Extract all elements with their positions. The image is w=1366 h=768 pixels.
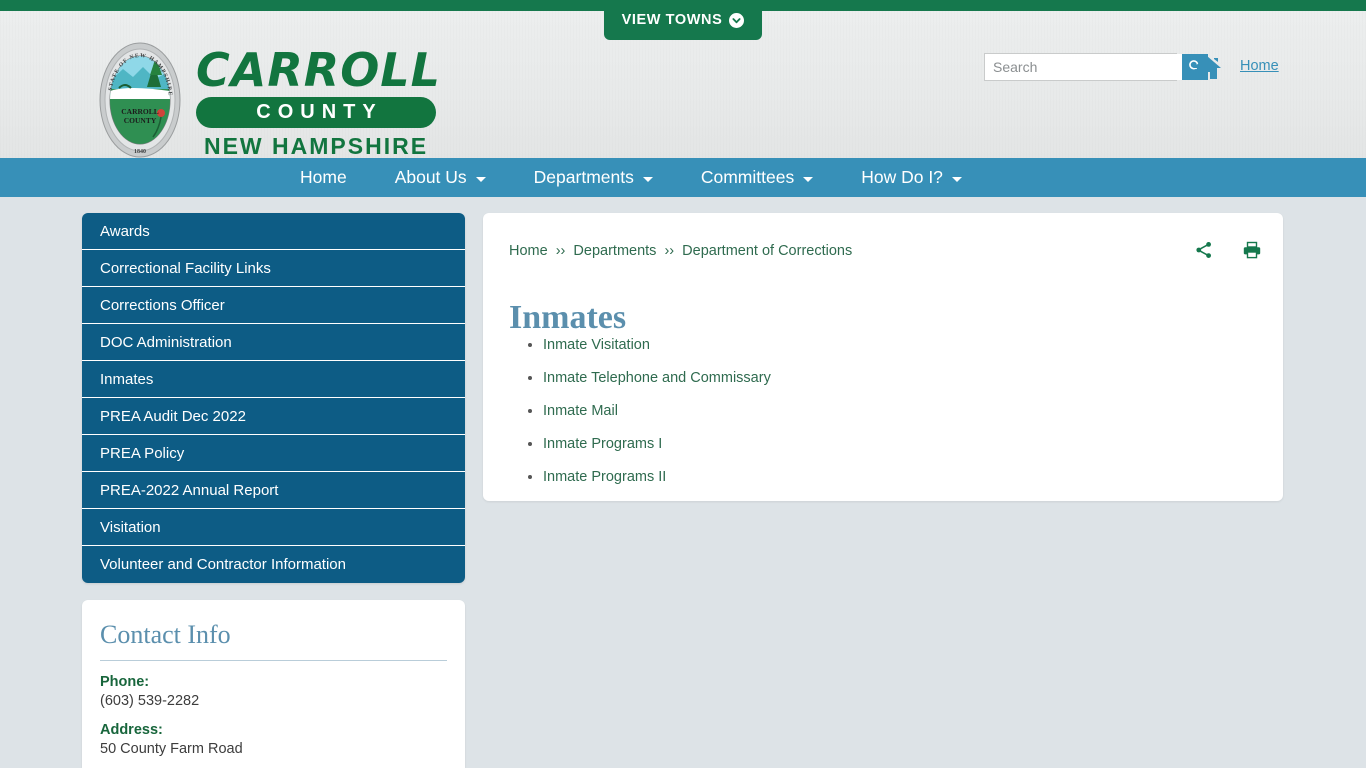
breadcrumb-item-department-of-corrections[interactable]: Department of Corrections	[682, 243, 852, 259]
svg-text:CARROLL: CARROLL	[121, 107, 159, 116]
phone-label: Phone:	[100, 674, 150, 690]
chevron-down-icon	[475, 176, 486, 182]
chevron-down-icon	[951, 176, 962, 182]
main-content-card: Home ›› Departments ›› Department of Cor…	[483, 213, 1283, 501]
wordmark-carroll: CARROLL	[196, 43, 441, 97]
nav-label: Committees	[700, 167, 795, 187]
sidebar-item-label: Awards	[100, 222, 150, 240]
nav-label: Departments	[533, 167, 634, 187]
sidebar-item-volunteer-and-contractor-information[interactable]: Volunteer and Contractor Information	[82, 546, 465, 583]
nav-item-home[interactable]: Home	[300, 167, 347, 188]
home-icon[interactable]	[1192, 52, 1222, 82]
list-item-inmate-programs-ii[interactable]: Inmate Programs II	[543, 469, 771, 485]
sidebar-item-label: Correctional Facility Links	[100, 259, 271, 277]
nav-item-how-do-i[interactable]: How Do I?	[861, 167, 962, 188]
breadcrumb: Home ›› Departments ›› Department of Cor…	[509, 243, 852, 259]
sidebar-item-label: PREA-2022 Annual Report	[100, 481, 279, 499]
sidebar-item-label: PREA Audit Dec 2022	[100, 407, 246, 425]
sidebar-item-label: Volunteer and Contractor Information	[100, 556, 346, 573]
chevron-down-circle-icon	[729, 12, 745, 28]
sidebar-item-label: Visitation	[100, 518, 161, 536]
print-icon[interactable]	[1243, 241, 1261, 264]
sidebar-item-prea-2022-annual-report[interactable]: PREA-2022 Annual Report	[82, 472, 465, 509]
wordmark-county: COUNTY	[196, 97, 436, 128]
address-value: 50 County Farm Road	[100, 741, 243, 757]
list-item-inmate-programs-i[interactable]: Inmate Programs I	[543, 436, 771, 452]
svg-text:COUNTY: COUNTY	[124, 116, 157, 125]
sidebar-item-label: PREA Policy	[100, 444, 185, 462]
svg-text:1840: 1840	[134, 149, 146, 155]
home-link[interactable]: Home	[1240, 58, 1279, 74]
chevron-down-icon	[642, 176, 653, 182]
sidebar-item-doc-administration[interactable]: DOC Administration	[82, 324, 465, 361]
nav-item-about-us[interactable]: About Us	[395, 167, 486, 188]
nav-label: About Us	[394, 167, 467, 187]
sidebar-item-correctional-facility-links[interactable]: Correctional Facility Links	[82, 250, 465, 287]
sidebar-item-label: DOC Administration	[100, 333, 232, 351]
list-item-inmate-mail[interactable]: Inmate Mail	[543, 403, 771, 419]
section-sidebar-menu: Awards Correctional Facility Links Corre…	[82, 213, 465, 583]
list-item-inmate-visitation[interactable]: Inmate Visitation	[543, 337, 771, 353]
share-icon[interactable]	[1195, 241, 1213, 264]
sidebar-item-prea-audit-dec-2022[interactable]: PREA Audit Dec 2022	[82, 398, 465, 435]
search-box[interactable]	[984, 53, 1208, 81]
search-input[interactable]	[985, 54, 1182, 80]
sidebar-item-awards[interactable]: Awards	[82, 213, 465, 250]
view-towns-label: VIEW TOWNS	[621, 12, 723, 28]
nav-item-departments[interactable]: Departments	[534, 167, 653, 188]
breadcrumb-separator: ››	[555, 243, 566, 259]
breadcrumb-item-departments[interactable]: Departments	[573, 243, 656, 259]
nav-label: How Do I?	[861, 167, 943, 187]
breadcrumb-item-home[interactable]: Home	[509, 243, 548, 259]
chevron-down-icon	[803, 176, 814, 182]
site-wordmark: CARROLL COUNTY NEW HAMPSHIRE	[196, 43, 441, 160]
address-label: Address:	[100, 722, 163, 738]
contact-info-heading: Contact Info	[100, 620, 447, 661]
county-seal-logo: CARROLL COUNTY 1840 STATE OF NEW HAMPSHI…	[99, 41, 181, 159]
main-navigation: Home About Us Departments Committees How…	[0, 158, 1366, 197]
phone-value: (603) 539-2282	[100, 693, 200, 709]
page-title: Inmates	[509, 298, 627, 336]
inmate-links-list: Inmate Visitation Inmate Telephone and C…	[521, 337, 771, 502]
breadcrumb-separator: ››	[664, 243, 675, 259]
content-actions	[1195, 241, 1261, 264]
sidebar-item-label: Corrections Officer	[100, 296, 225, 314]
view-towns-button[interactable]: VIEW TOWNS	[604, 0, 762, 40]
list-item-inmate-telephone-and-commissary[interactable]: Inmate Telephone and Commissary	[543, 370, 771, 386]
sidebar-item-visitation[interactable]: Visitation	[82, 509, 465, 546]
nav-item-committees[interactable]: Committees	[700, 167, 814, 188]
nav-label: Home	[300, 167, 347, 187]
sidebar-item-label: Inmates	[100, 370, 154, 388]
wordmark-new-hampshire: NEW HAMPSHIRE	[203, 133, 429, 159]
sidebar-item-prea-policy[interactable]: PREA Policy	[82, 435, 465, 472]
sidebar-item-inmates[interactable]: Inmates	[82, 361, 465, 398]
sidebar-item-corrections-officer[interactable]: Corrections Officer	[82, 287, 465, 324]
contact-info-card: Contact Info Phone: (603) 539-2282 Addre…	[82, 600, 465, 768]
